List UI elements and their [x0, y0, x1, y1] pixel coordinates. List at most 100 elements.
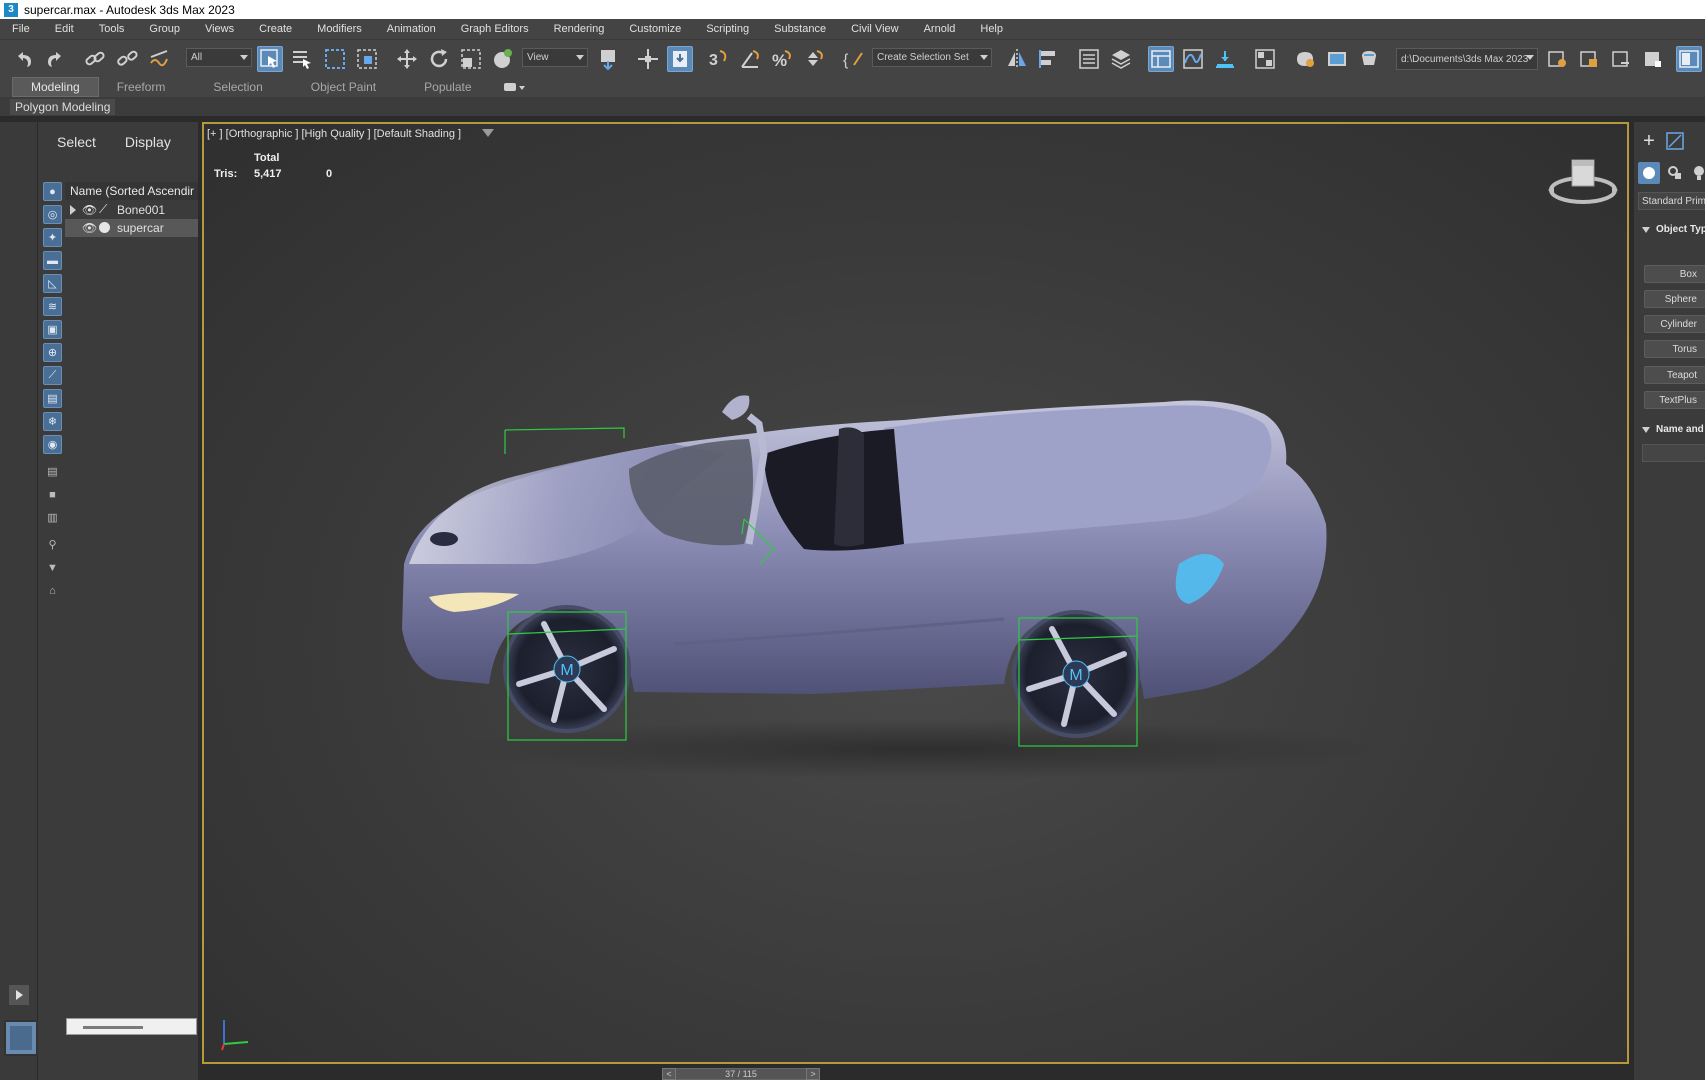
project-icon[interactable]: [1544, 46, 1570, 72]
time-slider[interactable]: < 37 / 115 >: [662, 1068, 820, 1080]
filter-cameras-icon[interactable]: ▬: [43, 251, 62, 270]
rendered-frame-icon[interactable]: [1324, 46, 1350, 72]
create-box-button[interactable]: Box: [1644, 265, 1705, 283]
create-textplus-button[interactable]: TextPlus: [1644, 391, 1705, 409]
shapes-category-icon[interactable]: [1664, 162, 1686, 184]
menu-views[interactable]: Views: [193, 23, 247, 35]
filter-spacewarps-icon[interactable]: ≋: [43, 297, 62, 316]
undo-icon[interactable]: [11, 46, 37, 72]
filter-hidden-icon[interactable]: ◉: [43, 435, 62, 454]
menu-help[interactable]: Help: [968, 23, 1016, 35]
expand-panel-button[interactable]: [9, 985, 29, 1005]
create-sphere-button[interactable]: Sphere: [1644, 290, 1705, 308]
ribbon-options-icon[interactable]: [503, 81, 526, 93]
material-editor-icon[interactable]: [1252, 46, 1278, 72]
filter-options-icon[interactable]: ⚲: [43, 535, 62, 554]
layer-field[interactable]: [66, 1018, 197, 1035]
select-by-name-icon[interactable]: [289, 46, 315, 72]
project-close-icon[interactable]: [1608, 46, 1634, 72]
tab-modeling[interactable]: Modeling: [12, 77, 99, 97]
filter-frozen-icon[interactable]: ❄: [43, 412, 62, 431]
ribbon-panel-label[interactable]: Polygon Modeling: [10, 99, 116, 115]
project-open-icon[interactable]: [1576, 46, 1602, 72]
select-manipulate-icon[interactable]: [635, 46, 661, 72]
workspace-icon[interactable]: [1676, 46, 1702, 72]
menu-civil-view[interactable]: Civil View: [839, 23, 911, 35]
tab-selection[interactable]: Selection: [183, 78, 280, 96]
viewport-orthographic[interactable]: M M [+] [Orthographic] [High Quality]…: [202, 122, 1629, 1064]
menu-create[interactable]: Create: [247, 23, 305, 35]
menu-animation[interactable]: Animation: [375, 23, 449, 35]
viewport-layout-swatch[interactable]: [4, 1020, 38, 1056]
menu-group[interactable]: Group: [137, 23, 193, 35]
menu-tools[interactable]: Tools: [87, 23, 138, 35]
layer-explorer-icon[interactable]: [1108, 46, 1134, 72]
rect-selection-icon[interactable]: [322, 46, 348, 72]
filter-funnel-icon[interactable]: ▼: [43, 558, 62, 577]
curve-editor-icon[interactable]: [1180, 46, 1206, 72]
display-none-icon[interactable]: ■: [43, 485, 62, 504]
align-icon[interactable]: [1036, 46, 1062, 72]
car-model[interactable]: M M: [204, 124, 1629, 1064]
keyboard-shortcut-override-icon[interactable]: [667, 46, 693, 72]
bind-spacewarp-icon[interactable]: [146, 46, 172, 72]
ref-coord-dropdown[interactable]: View: [522, 48, 588, 67]
expand-arrow-icon[interactable]: [70, 205, 76, 215]
ribbon-toggle-icon[interactable]: [1148, 46, 1174, 72]
schematic-view-icon[interactable]: [1212, 46, 1238, 72]
pivot-icon[interactable]: [596, 46, 622, 72]
display-all-icon[interactable]: ▤: [43, 462, 62, 481]
filter-geometry-icon[interactable]: ●: [43, 182, 62, 201]
scene-item-bone001[interactable]: 👁 ⟋ Bone001: [65, 201, 198, 219]
time-slider-prev-button[interactable]: <: [662, 1068, 676, 1080]
scene-item-supercar[interactable]: 👁 supercar: [65, 219, 198, 237]
object-name-field[interactable]: [1642, 444, 1705, 462]
place-icon[interactable]: [490, 46, 516, 72]
menu-display[interactable]: Display: [106, 134, 181, 150]
menu-edit[interactable]: Edit: [43, 23, 87, 35]
filter-containers-icon[interactable]: ▤: [43, 389, 62, 408]
rollout-object-type[interactable]: Object Type: [1639, 222, 1705, 240]
viewcube-icon[interactable]: [1548, 152, 1618, 212]
selection-set-dropdown[interactable]: Create Selection Set: [872, 48, 992, 67]
eye-icon[interactable]: 👁: [82, 221, 97, 235]
invert-display-icon[interactable]: ▥: [43, 508, 62, 527]
menu-graph-editors[interactable]: Graph Editors: [449, 23, 542, 35]
column-header-name[interactable]: Name (Sorted Ascendir: [65, 182, 198, 200]
filter-lights-icon[interactable]: ✦: [43, 228, 62, 247]
project-path-dropdown[interactable]: d:\Documents\3ds Max 2023: [1396, 48, 1538, 70]
menu-rendering[interactable]: Rendering: [542, 23, 618, 35]
create-cylinder-button[interactable]: Cylinder: [1644, 315, 1705, 333]
create-teapot-button[interactable]: Teapot: [1644, 366, 1705, 384]
menu-file[interactable]: File: [0, 23, 43, 35]
viewport-label[interactable]: [+ ] [Orthographic ] [High Quality ] [De…: [207, 128, 461, 140]
filter-icon[interactable]: [482, 129, 494, 137]
render-setup-icon[interactable]: [1292, 46, 1318, 72]
redo-icon[interactable]: [42, 46, 68, 72]
menu-substance[interactable]: Substance: [762, 23, 839, 35]
menu-arnold[interactable]: Arnold: [912, 23, 969, 35]
percent-snap-icon[interactable]: %: [769, 46, 795, 72]
scene-explorer-icon[interactable]: [1076, 46, 1102, 72]
tab-object-paint[interactable]: Object Paint: [281, 78, 394, 96]
lights-category-icon[interactable]: [1688, 162, 1705, 184]
angle-snap-icon[interactable]: [737, 46, 763, 72]
spinner-snap-icon[interactable]: [801, 46, 827, 72]
create-torus-button[interactable]: Torus: [1644, 340, 1705, 358]
eye-icon[interactable]: 👁: [82, 203, 97, 217]
object-category-dropdown[interactable]: Standard Primitives: [1638, 192, 1705, 210]
render-icon[interactable]: [1356, 46, 1382, 72]
mirror-icon[interactable]: [1004, 46, 1030, 72]
link-icon[interactable]: [82, 46, 108, 72]
filter-helpers-icon[interactable]: ◺: [43, 274, 62, 293]
menu-scripting[interactable]: Scripting: [694, 23, 762, 35]
selection-set-icon[interactable]: ⌂: [43, 581, 62, 600]
project-save-icon[interactable]: [1640, 46, 1666, 72]
menu-modifiers[interactable]: Modifiers: [305, 23, 375, 35]
geometry-category-icon[interactable]: [1638, 162, 1660, 184]
modify-tab-icon[interactable]: [1664, 130, 1686, 152]
filter-bones-icon[interactable]: ⟋: [43, 366, 62, 385]
rollout-name-and-color[interactable]: Name and Color: [1639, 422, 1705, 440]
scale-icon[interactable]: [458, 46, 484, 72]
create-tab-icon[interactable]: +: [1638, 130, 1660, 152]
